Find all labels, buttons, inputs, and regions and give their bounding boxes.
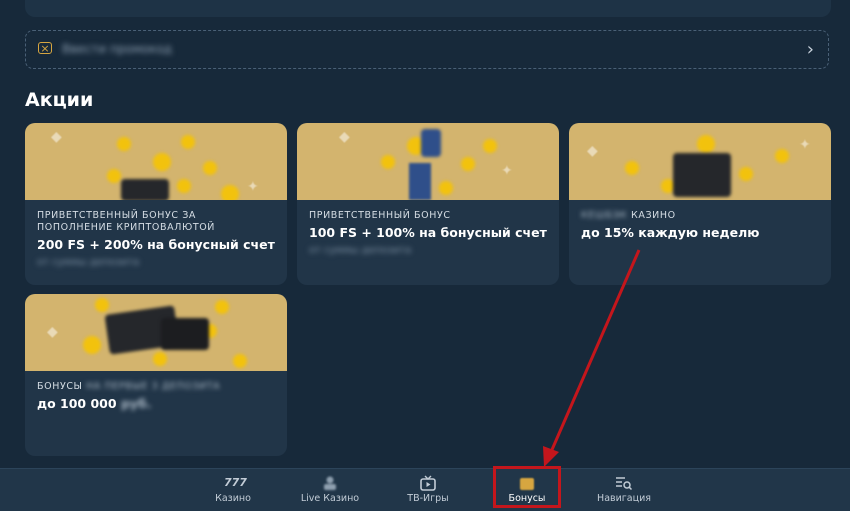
- annotation-arrow: [543, 249, 641, 467]
- annotation-highlight-box: [493, 466, 561, 508]
